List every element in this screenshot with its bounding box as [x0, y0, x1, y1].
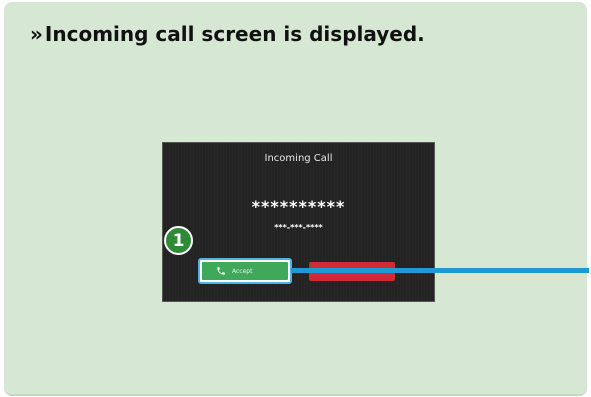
- incoming-call-screen: Incoming Call ********** ***-***-**** Ac…: [162, 142, 435, 302]
- caller-name: **********: [251, 197, 346, 216]
- caller-number: ***-***-****: [274, 223, 323, 232]
- instruction-text: Incoming call screen is displayed.: [44, 22, 425, 46]
- accept-button[interactable]: Accept: [202, 262, 288, 280]
- phone-icon: [217, 267, 225, 275]
- screen-title: Incoming Call: [264, 153, 333, 164]
- instruction-heading: » Incoming call screen is displayed.: [30, 22, 425, 46]
- step-badge: 1: [164, 226, 193, 255]
- accept-highlight-frame: Accept: [198, 258, 292, 284]
- callout-line: [291, 268, 589, 273]
- accept-label: Accept: [232, 267, 253, 275]
- chevron-icon: »: [30, 22, 43, 46]
